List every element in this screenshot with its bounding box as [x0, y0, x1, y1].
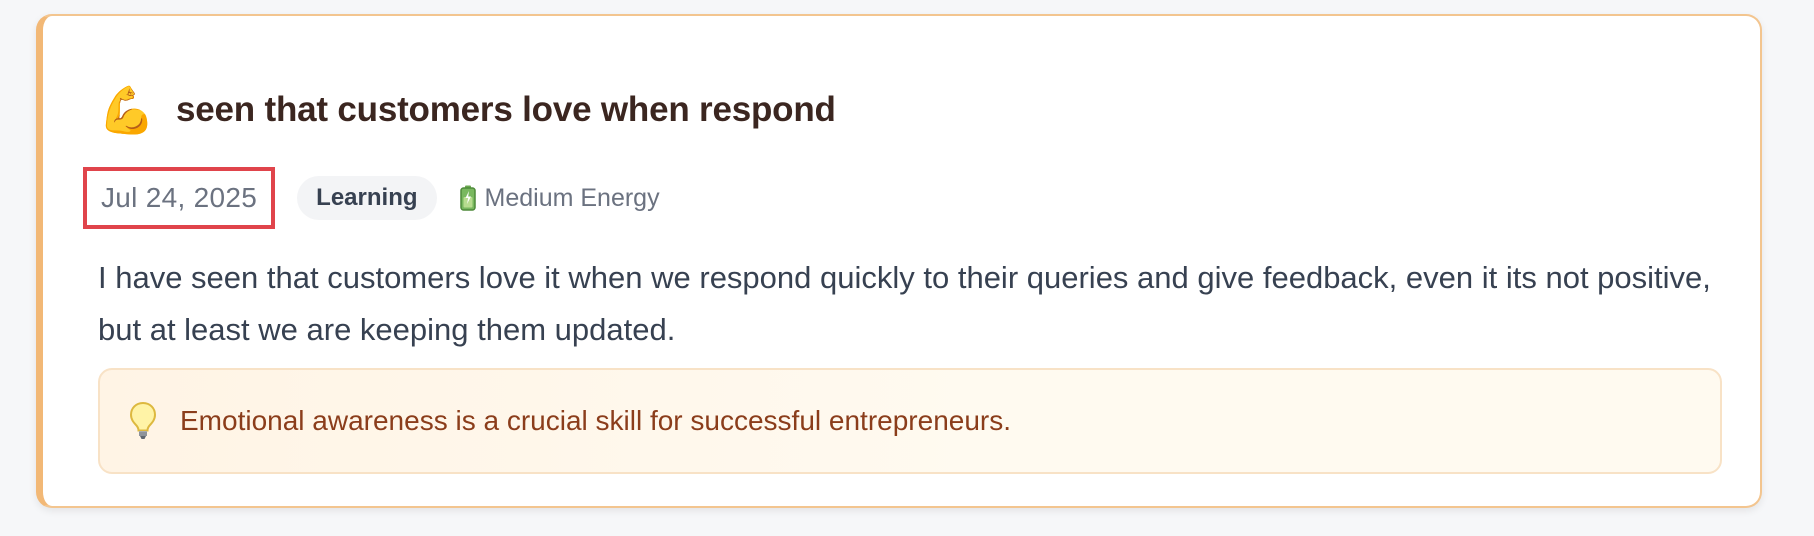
entry-date: Jul 24, 2025	[83, 167, 276, 229]
insight-tip: Emotional awareness is a crucial skill f…	[98, 368, 1722, 474]
tip-text: Emotional awareness is a crucial skill f…	[180, 405, 1012, 437]
entry-header: 💪 seen that customers love when respond	[98, 72, 836, 148]
entry-meta: Jul 24, 2025 Learning Medium Energy	[83, 166, 660, 230]
category-tag: Learning	[297, 176, 437, 220]
battery-icon	[459, 185, 476, 211]
flexed-biceps-icon: 💪	[98, 84, 156, 136]
entry-title: seen that customers love when respond	[176, 90, 836, 129]
lightbulb-icon	[128, 401, 158, 441]
entry-body: I have seen that customers love it when …	[98, 260, 1711, 347]
energy-label: Medium Energy	[484, 183, 660, 212]
journal-entry-card[interactable]: 💪 seen that customers love when respond …	[36, 14, 1762, 508]
energy-level: Medium Energy	[459, 184, 660, 213]
